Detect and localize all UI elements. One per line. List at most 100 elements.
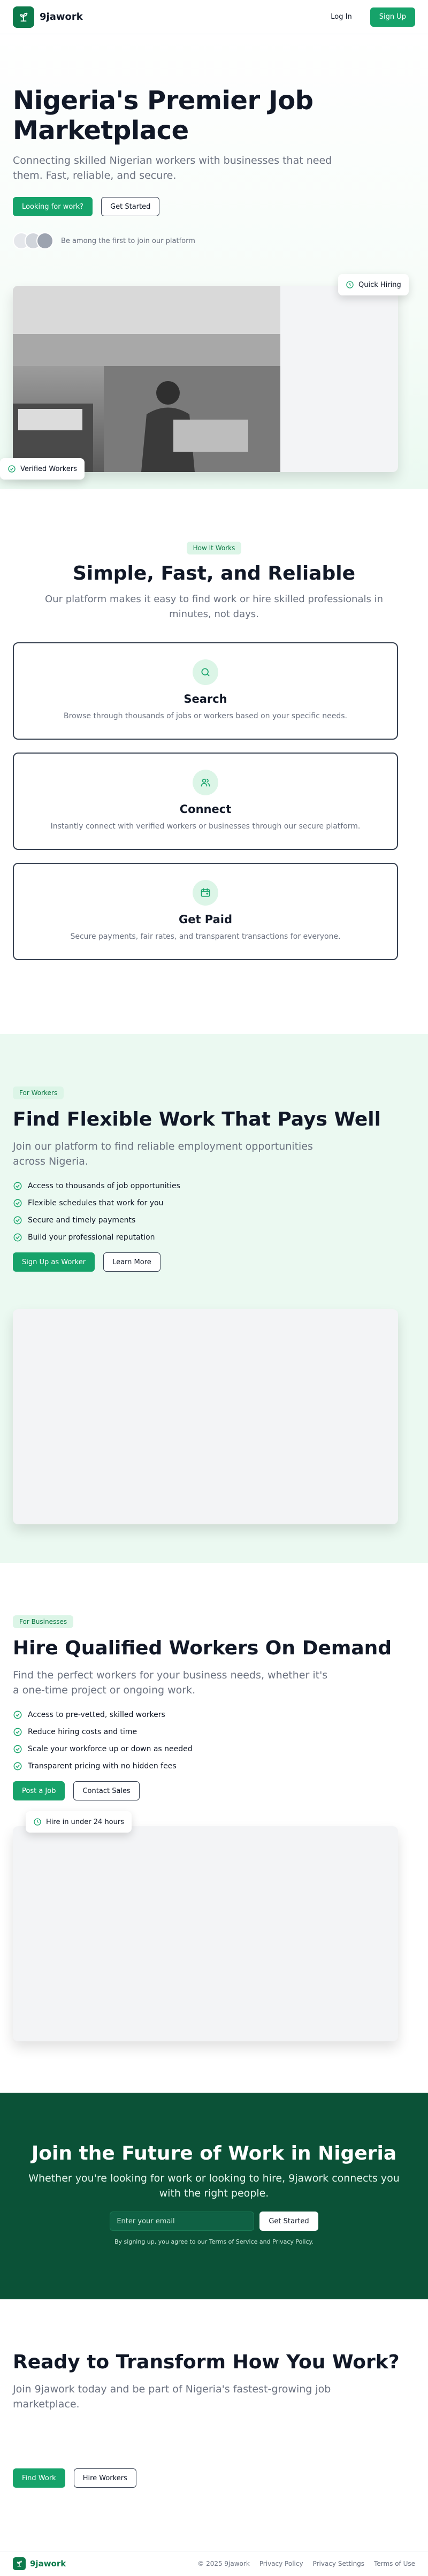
wallet-icon: [201, 888, 210, 897]
ready-title: Ready to Transform How You Work?: [13, 2351, 400, 2373]
get-started-button[interactable]: Get Started: [101, 197, 160, 216]
join-terms-note: By signing up, you agree to our Terms of…: [114, 2238, 314, 2245]
hero-cta-row: Looking for work? Get Started: [13, 197, 415, 216]
list-item: Access to thousands of job opportunities: [13, 1177, 415, 1195]
quick-hiring-label: Quick Hiring: [358, 280, 401, 289]
hero-image-card: [13, 286, 398, 472]
email-field[interactable]: [110, 2212, 255, 2231]
hire-24h-badge: Hire in under 24 hours: [26, 1811, 132, 1833]
list-item: Scale your workforce up or down as neede…: [13, 1741, 415, 1758]
business-title: Hire Qualified Workers On Demand: [13, 1637, 392, 1659]
workers-pill: For Workers: [13, 1086, 64, 1099]
business-benefits: Access to pre-vetted, skilled workers Re…: [13, 1706, 415, 1775]
how-title: Simple, Fast, and Reliable: [73, 563, 355, 584]
check-circle-icon: [8, 465, 16, 473]
footer-brand-name: 9jawork: [30, 2559, 66, 2569]
list-item-label: Access to thousands of job opportunities: [28, 1182, 180, 1190]
list-item-label: Scale your workforce up or down as neede…: [28, 1745, 193, 1753]
hire-24h-label: Hire in under 24 hours: [46, 1818, 124, 1826]
hero-photo: [13, 286, 280, 472]
business-cta-row: Post a Job Contact Sales: [13, 1781, 415, 1800]
list-item-label: Build your professional reputation: [28, 1233, 155, 1242]
contact-sales-button[interactable]: Contact Sales: [73, 1781, 140, 1800]
step-description: Secure payments, fair rates, and transpa…: [70, 932, 341, 941]
ready-section: Ready to Transform How You Work? Join 9j…: [0, 2299, 428, 2551]
ready-subtitle: Join 9jawork today and be part of Nigeri…: [13, 2383, 331, 2410]
workers-title: Find Flexible Work That Pays Well: [13, 1108, 381, 1130]
check-circle-icon: [13, 1745, 22, 1753]
footer-logo: [13, 2557, 26, 2570]
learn-more-button[interactable]: Learn More: [103, 1252, 160, 1272]
search-icon: [201, 668, 210, 677]
find-work-button[interactable]: Find Work: [13, 2468, 65, 2488]
list-item: Build your professional reputation: [13, 1229, 415, 1246]
login-button[interactable]: Log In: [322, 7, 360, 27]
workers-image-placeholder: [13, 1309, 398, 1524]
list-item-label: Access to pre-vetted, skilled workers: [28, 1711, 165, 1719]
list-item: Transparent pricing with no hidden fees: [13, 1758, 415, 1775]
join-title: Join the Future of Work in Nigeria: [31, 2142, 397, 2164]
avatar-stack: [13, 232, 54, 249]
step-card-get-paid: Get Paid Secure payments, fair rates, an…: [13, 863, 398, 960]
signup-worker-button[interactable]: Sign Up as Worker: [13, 1252, 95, 1272]
business-pill: For Businesses: [13, 1615, 74, 1628]
workers-subtitle: Join our platform to find reliable emplo…: [13, 1141, 313, 1167]
how-it-works-section: How It Works Simple, Fast, and Reliable …: [0, 489, 428, 1034]
join-subtitle: Whether you're looking for work or looki…: [28, 2172, 400, 2199]
clock-icon: [346, 281, 354, 288]
looking-for-work-button[interactable]: Looking for work?: [13, 197, 93, 216]
hero-subtitle: Connecting skilled Nigerian workers with…: [13, 155, 332, 181]
terms-of-use-link[interactable]: Terms of Use: [374, 2560, 415, 2567]
list-item-label: Reduce hiring costs and time: [28, 1728, 137, 1736]
step-icon-wrap: [193, 770, 218, 795]
list-item-label: Transparent pricing with no hidden fees: [28, 1762, 177, 1770]
join-form: Get Started: [0, 2212, 428, 2231]
step-description: Browse through thousands of jobs or work…: [64, 712, 347, 720]
hire-workers-button[interactable]: Hire Workers: [73, 2468, 136, 2488]
privacy-settings-link[interactable]: Privacy Settings: [313, 2560, 364, 2567]
list-item: Access to pre-vetted, skilled workers: [13, 1706, 415, 1723]
join-section: Join the Future of Work in Nigeria Wheth…: [0, 2093, 428, 2299]
post-job-button[interactable]: Post a Job: [13, 1781, 65, 1800]
nav-actions: Log In Sign Up: [322, 7, 415, 27]
step-icon-wrap: [193, 659, 218, 685]
sprout-icon: [17, 2560, 22, 2567]
social-proof: Be among the first to join our platform: [13, 232, 415, 249]
for-businesses-section: For Businesses Hire Qualified Workers On…: [0, 1563, 428, 2093]
avatar: [36, 232, 54, 249]
join-get-started-button[interactable]: Get Started: [259, 2212, 318, 2231]
verified-workers-label: Verified Workers: [20, 465, 77, 473]
brand-name: 9jawork: [40, 11, 83, 22]
business-subtitle: Find the perfect workers for your busine…: [13, 1669, 328, 1696]
check-circle-icon: [13, 1199, 22, 1207]
business-image-placeholder: [13, 1826, 398, 2041]
step-title: Connect: [179, 803, 232, 816]
check-circle-icon: [13, 1711, 22, 1719]
signup-button[interactable]: Sign Up: [370, 7, 415, 27]
how-subtitle: Our platform makes it easy to find work …: [45, 594, 383, 620]
check-circle-icon: [13, 1233, 22, 1242]
for-workers-section: For Workers Find Flexible Work That Pays…: [0, 1034, 428, 1563]
list-item-label: Flexible schedules that work for you: [28, 1199, 164, 1207]
step-icon-wrap: [193, 880, 218, 906]
step-title: Search: [184, 693, 227, 705]
privacy-policy-link[interactable]: Privacy Policy: [259, 2560, 303, 2567]
workers-cta-row: Sign Up as Worker Learn More: [13, 1252, 415, 1272]
copyright-text: © 2025 9jawork: [197, 2560, 250, 2567]
footer: 9jawork © 2025 9jawork Privacy Policy Pr…: [0, 2551, 428, 2576]
check-circle-icon: [13, 1728, 22, 1736]
logo: [13, 6, 34, 28]
footer-brand[interactable]: 9jawork: [13, 2557, 66, 2570]
brand[interactable]: 9jawork: [13, 6, 83, 28]
clock-icon: [34, 1818, 41, 1826]
hero-title: Nigeria's Premier Job Marketplace: [13, 86, 314, 146]
list-item: Secure and timely payments: [13, 1212, 415, 1229]
check-circle-icon: [13, 1182, 22, 1190]
check-circle-icon: [13, 1216, 22, 1225]
step-description: Instantly connect with verified workers …: [50, 822, 361, 831]
workers-benefits: Access to thousands of job opportunities…: [13, 1177, 415, 1246]
step-title: Get Paid: [178, 913, 233, 926]
sprout-icon: [20, 12, 28, 21]
verified-workers-badge: Verified Workers: [0, 458, 85, 480]
social-proof-text: Be among the first to join our platform: [61, 237, 195, 245]
